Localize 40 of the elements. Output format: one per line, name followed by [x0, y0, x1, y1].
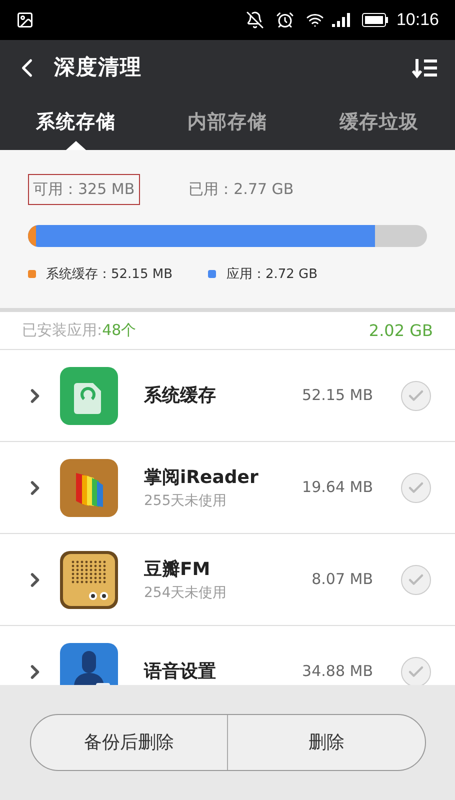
app-row[interactable]: 豆瓣FM 254天未使用 8.07 MB: [0, 534, 455, 626]
checkbox[interactable]: [401, 472, 431, 502]
book-icon: [60, 458, 118, 516]
app-name: 语音设置: [144, 660, 217, 684]
app-row[interactable]: 系统缓存 52.15 MB: [0, 350, 455, 442]
app-name: 掌阅iReader: [144, 466, 260, 490]
image-icon: [16, 11, 34, 29]
radio-icon: [60, 550, 118, 608]
app-size: 34.88 MB: [302, 661, 373, 682]
storage-stat: 可用：325 MB: [28, 174, 140, 204]
app-size: 52.15 MB: [302, 385, 373, 406]
app-note: 255天未使用: [144, 492, 228, 510]
storage-stat: 已用：2.77 GB: [188, 179, 295, 200]
legend-label: 系统缓存：52.15 MB: [46, 266, 172, 284]
muted-bell-icon: [246, 11, 264, 29]
legend-label: 应用：2.72 GB: [226, 266, 318, 284]
tab[interactable]: 缓存垃圾: [303, 95, 455, 150]
action-button[interactable]: 删除: [227, 715, 424, 770]
app-size: 8.07 MB: [312, 569, 373, 590]
wifi-icon: [306, 11, 324, 29]
action-button[interactable]: 备份后删除: [30, 715, 227, 770]
installed-count: 已安装应用:48个: [22, 320, 136, 342]
checkbox[interactable]: [401, 656, 431, 685]
app-name: 系统缓存: [144, 384, 217, 408]
page-title: 深度清理: [54, 54, 142, 81]
checkbox[interactable]: [401, 564, 431, 594]
app-name: 豆瓣FM: [144, 558, 212, 582]
app-size: 19.64 MB: [302, 477, 373, 498]
alarm-icon: [276, 11, 294, 29]
checkbox[interactable]: [401, 380, 431, 410]
app-note: 254天未使用: [144, 584, 228, 602]
person-icon: [60, 642, 118, 685]
document-icon: [60, 366, 118, 424]
signal-icon: [332, 13, 350, 27]
installed-size: 2.02 GB: [368, 320, 433, 342]
app-row[interactable]: 掌阅iReader 255天未使用 19.64 MB: [0, 442, 455, 534]
battery-icon: [362, 13, 388, 27]
clock-time: 10:16: [396, 9, 439, 32]
tab[interactable]: 内部存储: [152, 95, 304, 150]
sort-icon: [412, 56, 438, 78]
